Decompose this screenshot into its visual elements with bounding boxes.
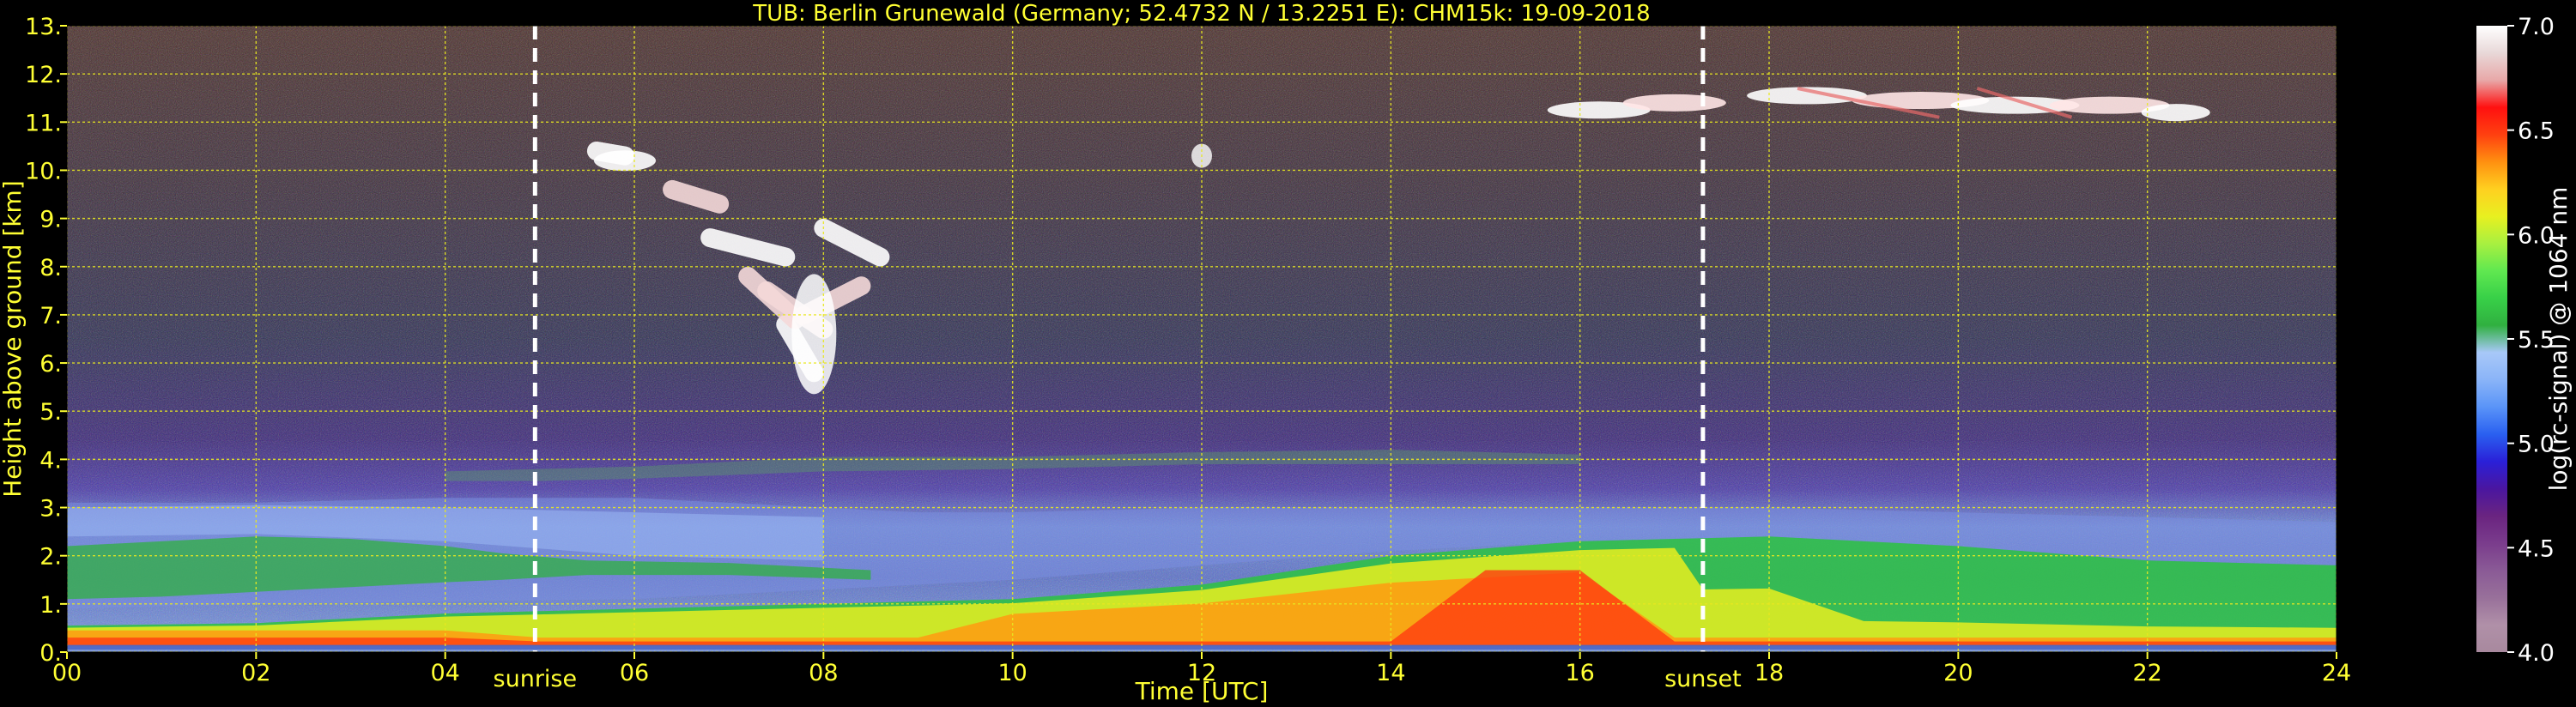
x-tick-label: 14 bbox=[1376, 660, 1405, 686]
x-tick-label: 06 bbox=[620, 660, 649, 686]
y-tick-label: 12. bbox=[25, 62, 62, 88]
plot-area bbox=[67, 26, 2337, 652]
x-tick-label: 22 bbox=[2132, 660, 2161, 686]
y-tick-label: 8. bbox=[39, 255, 62, 281]
x-tick-label: 16 bbox=[1565, 660, 1594, 686]
x-tick-label: 08 bbox=[809, 660, 838, 686]
y-tick-label: 6. bbox=[39, 351, 62, 378]
y-tick-label: 3. bbox=[39, 496, 62, 523]
y-tick-label: 7. bbox=[39, 303, 62, 329]
y-tick-label: 9. bbox=[39, 207, 62, 233]
y-tick-label: 2. bbox=[39, 544, 62, 571]
sunrise-label: sunrise bbox=[494, 666, 578, 692]
y-tick-label: 10. bbox=[25, 158, 62, 184]
colorbar-tick-label: 6.5 bbox=[2518, 118, 2555, 145]
colorbar-tick-label: 4.0 bbox=[2518, 640, 2555, 667]
colorbar-tick-label: 4.5 bbox=[2518, 535, 2555, 562]
chart-title: TUB: Berlin Grunewald (Germany; 52.4732 … bbox=[752, 1, 1650, 27]
colorbar-tick-label: 7.0 bbox=[2518, 14, 2555, 40]
y-tick-label: 4. bbox=[39, 447, 62, 474]
cirrus-band bbox=[2141, 104, 2210, 122]
y-tick-label: 5. bbox=[39, 399, 62, 426]
x-tick-label: 02 bbox=[241, 660, 270, 686]
y-axis-ticks: 0. 1. 2. 3. 4. 5. 6. 7. 8. 9. 10. 11. 12. 13. bbox=[25, 14, 67, 667]
cirrus-band bbox=[1622, 94, 1726, 112]
x-tick-label: 20 bbox=[1943, 660, 1973, 686]
x-tick-label: 10 bbox=[997, 660, 1027, 686]
y-axis-label: Height above ground [km] bbox=[0, 180, 27, 498]
x-tick-label: 24 bbox=[2322, 660, 2351, 686]
colorbar bbox=[2476, 26, 2507, 652]
y-tick-label: 0. bbox=[39, 640, 62, 667]
y-tick-label: 13. bbox=[25, 14, 62, 40]
lidar-figure: sunrise sunset 00 02 04 06 08 10 12 14 16 18 20 22 24… bbox=[0, 1, 2573, 705]
x-tick-label: 18 bbox=[1755, 660, 1784, 686]
y-tick-label: 1. bbox=[39, 592, 62, 619]
x-axis-label: Time [UTC] bbox=[1135, 677, 1269, 705]
x-tick-label: 04 bbox=[430, 660, 459, 686]
colorbar-label: log(rc-signal) @ 1064 nm bbox=[2544, 187, 2573, 492]
cirrus-core bbox=[791, 274, 837, 395]
y-tick-label: 11. bbox=[25, 110, 62, 136]
cirrus-head bbox=[593, 150, 656, 172]
sunset-label: sunset bbox=[1664, 666, 1742, 692]
